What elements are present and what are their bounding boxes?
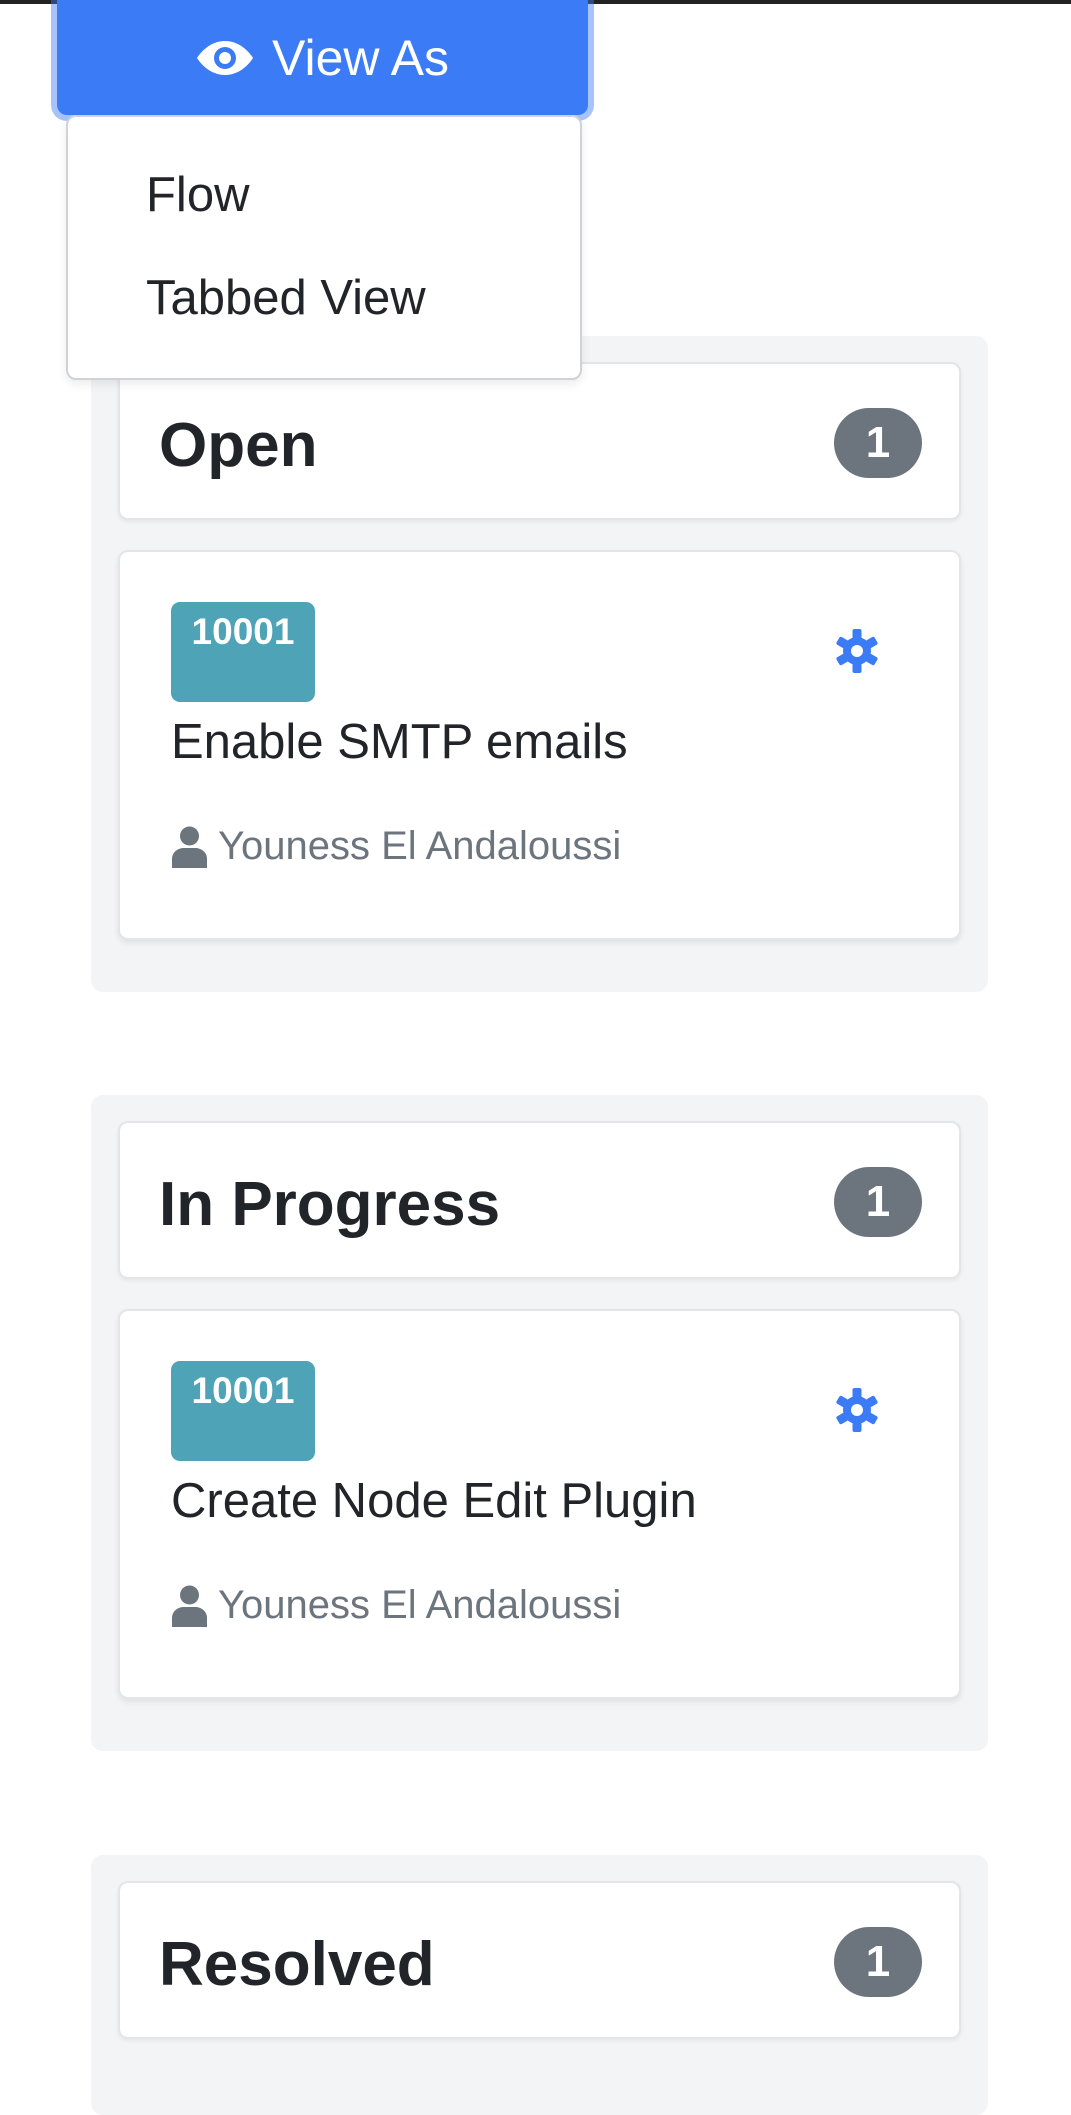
issue-card[interactable]: 10001 Create Node Edit Plugin Youness El…: [118, 1309, 961, 1699]
issue-id-badge: 10001: [171, 602, 315, 702]
issue-title[interactable]: Enable SMTP emails: [171, 714, 628, 770]
column-title: Open: [159, 411, 318, 480]
column-open: Open 1 10001 Enable SMTP emails Youness …: [91, 336, 988, 992]
eye-icon: [197, 40, 254, 75]
issue-title[interactable]: Create Node Edit Plugin: [171, 1473, 697, 1529]
user-icon: [172, 826, 207, 868]
issue-card[interactable]: 10001 Enable SMTP emails Youness El Anda…: [118, 550, 961, 940]
assignee: Youness El Andaloussi: [171, 824, 621, 869]
assignee-name: Youness El Andaloussi: [218, 824, 622, 868]
count-badge: 1: [834, 1927, 922, 1997]
column-header: In Progress 1: [118, 1121, 961, 1279]
column-in-progress: In Progress 1 10001 Create Node Edit Plu…: [91, 1095, 988, 1751]
column-header: Open 1: [118, 362, 961, 520]
assignee-name: Youness El Andaloussi: [218, 1583, 622, 1627]
count-badge: 1: [834, 1167, 922, 1237]
issue-id-badge: 10001: [171, 1361, 315, 1461]
view-as-button[interactable]: View As: [57, 0, 588, 115]
view-as-dropdown-menu: Flow Tabbed View: [66, 115, 582, 380]
column-title: In Progress: [159, 1170, 501, 1239]
gear-icon[interactable]: [834, 628, 880, 674]
dropdown-item-tabbed-view[interactable]: Tabbed View: [146, 270, 426, 326]
column-header: Resolved 1: [118, 1881, 961, 2039]
dropdown-item-flow[interactable]: Flow: [146, 167, 249, 223]
column-resolved: Resolved 1: [91, 1855, 988, 2115]
column-title: Resolved: [159, 1930, 435, 1999]
user-icon: [172, 1585, 207, 1627]
gear-icon[interactable]: [834, 1387, 880, 1433]
count-badge: 1: [834, 408, 922, 478]
view-as-label: View As: [272, 29, 449, 86]
assignee: Youness El Andaloussi: [171, 1583, 621, 1628]
